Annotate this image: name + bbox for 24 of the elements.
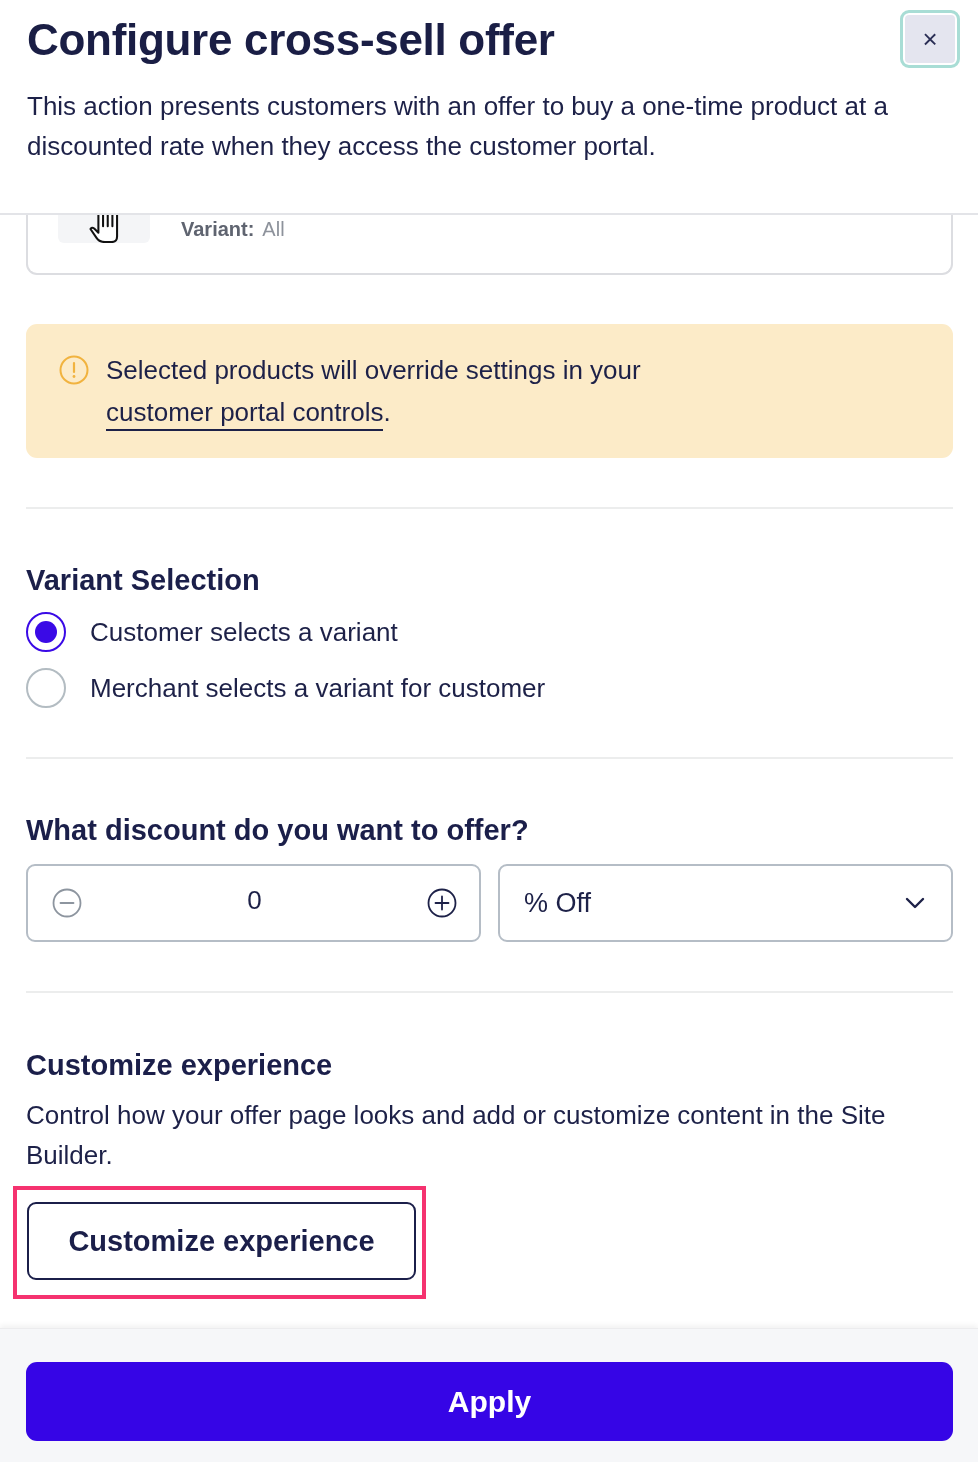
radio-button[interactable] — [26, 668, 66, 708]
close-button[interactable]: × — [900, 10, 960, 68]
variant-value: All — [262, 217, 285, 241]
number-stepper[interactable]: 0 — [26, 864, 481, 942]
discount-type-select[interactable]: % Off — [498, 864, 953, 942]
warning-icon — [59, 355, 89, 385]
section-heading: Variant Selection — [26, 563, 261, 598]
dialog-description: This action presents customers with an offer to buy a one-time product at a discounted rate when they access the customer portal. — [27, 90, 889, 163]
radio-label[interactable]: Merchant selects a variant for customer — [90, 671, 546, 705]
radio-button[interactable] — [26, 612, 66, 652]
variant-label: Variant: — [181, 217, 255, 241]
customize-experience-button[interactable]: Customize experience — [27, 1202, 416, 1280]
apply-button[interactable]: Apply — [26, 1362, 953, 1441]
radio-label[interactable]: Customer selects a variant — [90, 615, 398, 649]
stepper-value: 0 — [247, 885, 262, 915]
section-heading: What discount do you want to offer? — [26, 813, 530, 848]
hand-icon — [58, 215, 150, 243]
chevron-down-icon — [905, 897, 925, 909]
notice-text: Selected products will override settings in your customer portal controls. — [106, 349, 923, 433]
customer-portal-link[interactable]: customer portal controls — [106, 397, 384, 431]
plus-icon[interactable] — [427, 888, 457, 918]
dialog-title: Configure cross-sell offer — [27, 14, 555, 66]
section-heading: Customize experience — [26, 1048, 334, 1083]
section-description: Control how your offer page looks and add or customize content in the Site Builder. — [26, 1099, 887, 1172]
